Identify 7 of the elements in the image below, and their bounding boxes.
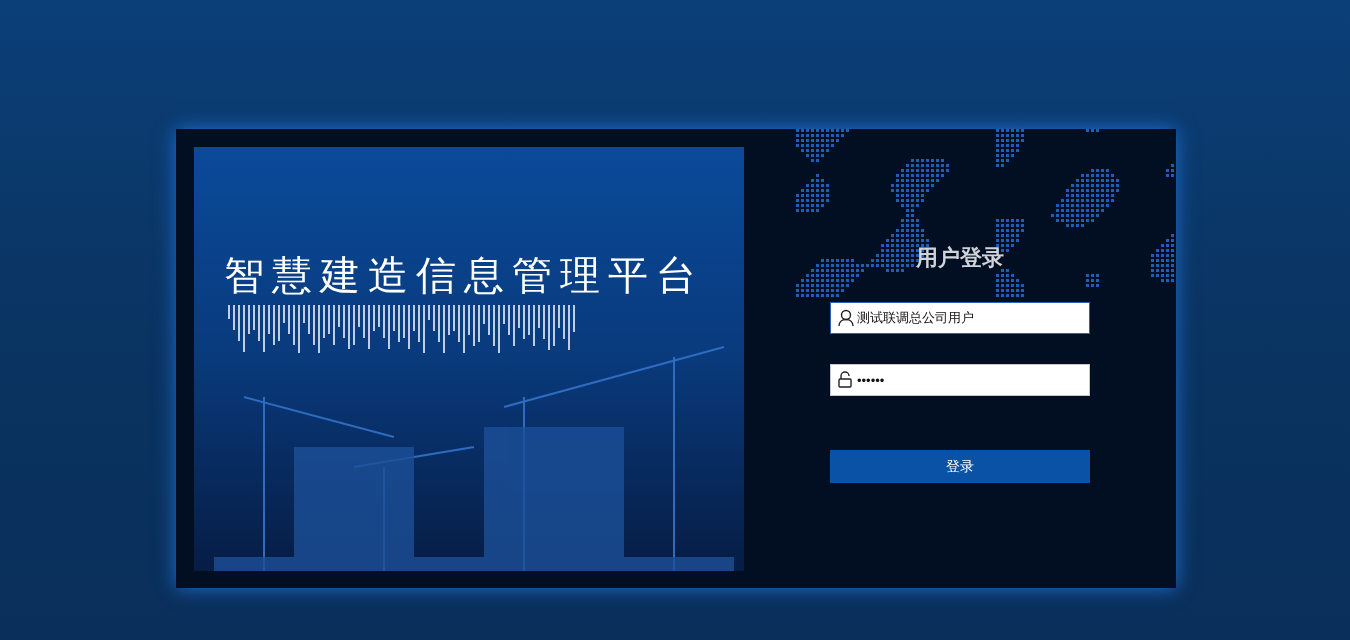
login-button[interactable]: 登录: [830, 450, 1090, 483]
platform-title: 智慧建造信息管理平台: [224, 255, 704, 295]
user-icon: [838, 309, 854, 327]
password-field[interactable]: ••••••: [830, 364, 1090, 396]
login-heading: 用户登录: [916, 244, 1004, 272]
lock-icon: [838, 371, 852, 388]
username-field[interactable]: 测试联调总公司用户: [830, 302, 1090, 334]
